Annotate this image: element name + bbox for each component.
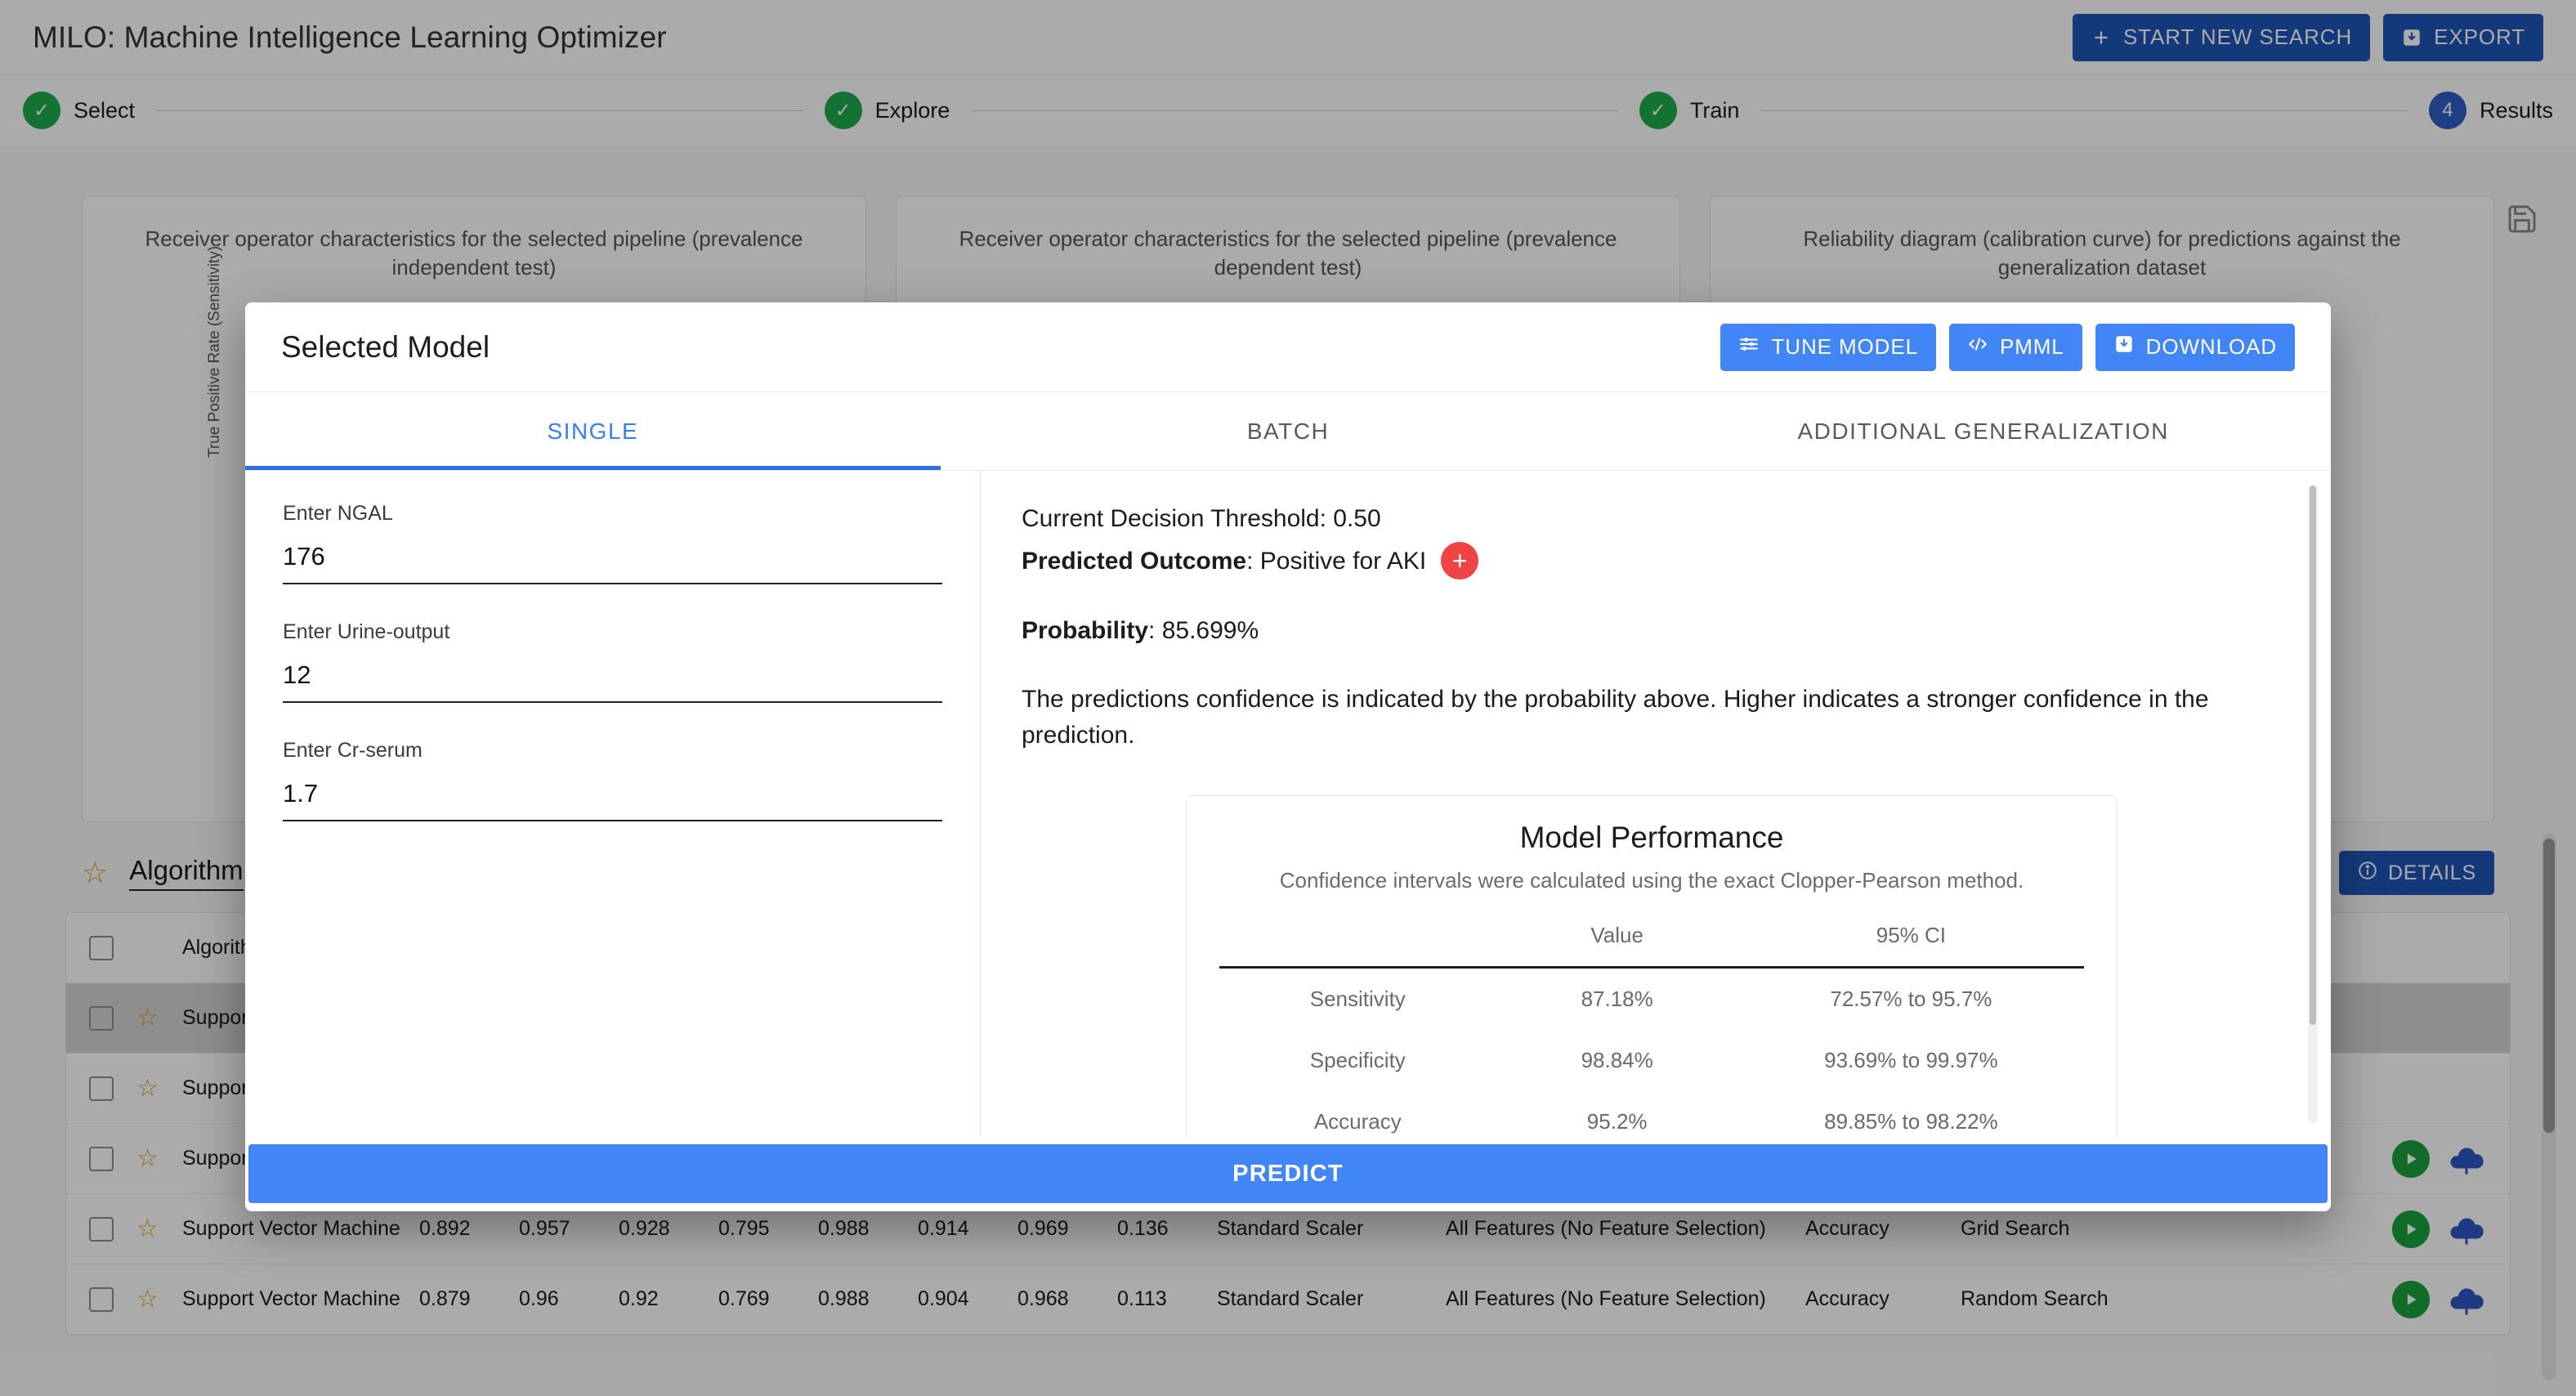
performance-ci: 72.57% to 95.7%	[1830, 987, 1992, 1011]
performance-ci: 89.85% to 98.22%	[1824, 1109, 1998, 1134]
download-label: DOWNLOAD	[2145, 334, 2277, 359]
single-prediction-form: Enter NGAL Enter Urine-output Enter Cr-s…	[245, 471, 981, 1138]
performance-col-metric	[1219, 923, 1496, 969]
performance-title: Model Performance	[1519, 821, 1784, 854]
predicted-outcome-row: Predicted Outcome: Positive for AKI +	[1022, 542, 2282, 579]
tune-model-label: TUNE MODEL	[1771, 334, 1918, 359]
predict-button-wrap: PREDICT	[245, 1138, 2331, 1211]
cr-serum-input[interactable]	[283, 776, 942, 821]
performance-table: Value 95% CI Sensitivity 87.18% 72.57% t…	[1219, 923, 2084, 1138]
code-icon	[1967, 333, 1988, 360]
performance-row: Specificity 98.84% 93.69% to 99.97%	[1219, 1030, 2084, 1091]
urine-output-input[interactable]	[283, 657, 942, 703]
modal-tabs: SINGLE BATCH ADDITIONAL GENERALIZATION	[245, 392, 2331, 471]
field-urine-output: Enter Urine-output	[283, 620, 942, 703]
probability-value: : 85.699%	[1148, 617, 1259, 644]
download-button[interactable]: DOWNLOAD	[2095, 323, 2295, 371]
positive-plus-icon: +	[1441, 542, 1479, 579]
sliders-icon	[1738, 333, 1760, 360]
performance-metric: Accuracy	[1313, 1109, 1402, 1134]
tab-additional-generalization[interactable]: ADDITIONAL GENERALIZATION	[1635, 392, 2331, 470]
predicted-outcome-label: Predicted Outcome	[1022, 547, 1247, 575]
modal-scrollbar[interactable]	[2308, 485, 2318, 1123]
app-root: MILO: Machine Intelligence Learning Opti…	[0, 0, 2576, 1396]
prediction-result-pane: Current Decision Threshold: 0.50 Predict…	[981, 471, 2331, 1138]
field-label: Enter Cr-serum	[283, 739, 423, 762]
probability-label: Probability	[1022, 617, 1149, 644]
performance-row: Accuracy 95.2% 89.85% to 98.22%	[1219, 1091, 2084, 1138]
performance-value: 98.84%	[1581, 1048, 1653, 1072]
selected-model-modal: Selected Model TUNE MODEL PMML DOWNLOAD …	[245, 302, 2331, 1211]
tune-model-button[interactable]: TUNE MODEL	[1720, 323, 1936, 371]
field-label: Enter NGAL	[283, 502, 393, 525]
modal-body: Enter NGAL Enter Urine-output Enter Cr-s…	[245, 471, 2331, 1138]
predict-button[interactable]: PREDICT	[248, 1144, 2328, 1203]
tab-batch[interactable]: BATCH	[941, 392, 1636, 470]
model-performance-card: Model Performance Confidence intervals w…	[1186, 795, 2118, 1138]
predicted-outcome-value: : Positive for AKI	[1246, 547, 1427, 575]
download-box-icon	[2113, 333, 2135, 360]
field-label: Enter Urine-output	[283, 620, 450, 643]
performance-subtitle: Confidence intervals were calculated usi…	[1279, 868, 2024, 893]
predicted-outcome-text: Predicted Outcome: Positive for AKI	[1022, 543, 1426, 579]
modal-header: Selected Model TUNE MODEL PMML DOWNLOAD	[245, 302, 2331, 392]
performance-value: 87.18%	[1581, 987, 1653, 1011]
ngal-input[interactable]	[283, 539, 942, 584]
performance-value: 95.2%	[1586, 1109, 1648, 1134]
performance-col-ci: 95% CI	[1737, 923, 2084, 969]
field-ngal: Enter NGAL	[283, 502, 942, 584]
performance-metric: Specificity	[1309, 1048, 1406, 1072]
modal-title: Selected Model	[281, 329, 490, 364]
probability-text: Probability: 85.699%	[1022, 612, 2282, 649]
confidence-explanation: The predictions confidence is indicated …	[1022, 686, 2209, 749]
modal-header-actions: TUNE MODEL PMML DOWNLOAD	[1720, 323, 2295, 371]
field-cr-serum: Enter Cr-serum	[283, 739, 942, 821]
performance-metric: Sensitivity	[1309, 987, 1406, 1011]
decision-threshold-text: Current Decision Threshold: 0.50	[1022, 505, 1381, 532]
performance-col-value: Value	[1496, 923, 1738, 969]
performance-row: Sensitivity 87.18% 72.57% to 95.7%	[1219, 968, 2084, 1031]
pmml-button[interactable]: PMML	[1948, 323, 2082, 371]
tab-single[interactable]: SINGLE	[245, 392, 941, 470]
performance-header-row: Value 95% CI	[1219, 923, 2084, 969]
performance-ci: 93.69% to 99.97%	[1824, 1048, 1998, 1072]
pmml-label: PMML	[1999, 334, 2064, 359]
